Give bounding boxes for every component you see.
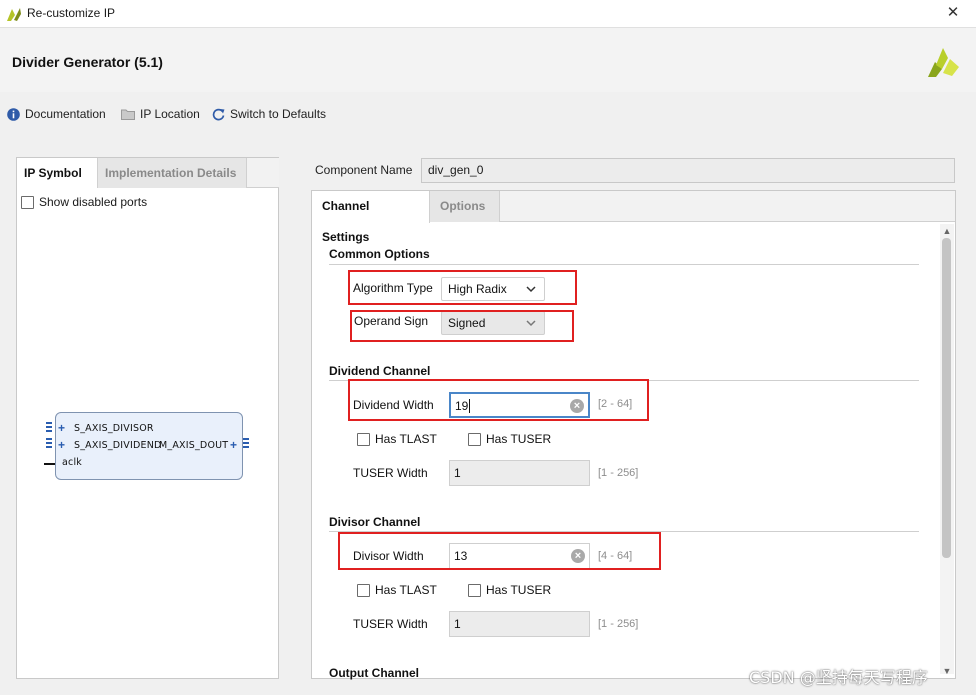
close-button[interactable]: ✕ [940,3,966,23]
expand-port-icon[interactable]: + [58,438,65,452]
highlight-box [348,270,577,305]
port-m-axis-dout: M_AXIS_DOUT [159,440,229,451]
tab-implementation-details[interactable]: Implementation Details [97,158,247,188]
settings-panel: Channel Settings Options Common Options … [311,190,956,680]
tab-options[interactable]: Options [430,191,500,222]
section-divider [329,264,919,265]
expand-port-icon[interactable]: + [58,421,65,435]
highlight-box [350,310,574,342]
divisor-tuser-width-input[interactable]: 1 [449,611,590,637]
dividend-has-tlast-checkbox[interactable] [357,433,370,446]
ip-symbol-panel: IP Symbol Implementation Details Show di… [16,157,279,679]
component-name-field[interactable]: div_gen_0 [421,158,955,183]
divisor-has-tlast-label: Has TLAST [375,583,437,597]
ip-location-button[interactable]: IP Location [121,105,200,123]
component-name-label: Component Name [315,163,413,177]
watermark: CSDN @坚持每天写程序 [749,668,928,687]
switch-defaults-label: Switch to Defaults [230,107,327,121]
xilinx-brand-icon [928,48,959,77]
scroll-down-icon[interactable]: ▼ [940,664,954,678]
documentation-button[interactable]: Documentation [7,105,106,123]
dividend-has-tuser-label: Has TUSER [486,432,552,446]
tab-strip-filler [247,158,279,188]
dividend-tuser-width-range: [1 - 256] [598,467,639,479]
expand-port-icon[interactable]: + [230,438,237,452]
switch-defaults-button[interactable]: Switch to Defaults [212,105,326,123]
port-s-axis-dividend: S_AXIS_DIVIDEND [74,440,162,451]
scroll-up-icon[interactable]: ▲ [940,224,954,238]
divisor-has-tuser-label: Has TUSER [486,583,552,597]
divisor-tuser-width-label: TUSER Width [353,617,428,631]
port-aclk: aclk [62,457,82,468]
divisor-has-tuser-checkbox[interactable] [468,584,481,597]
folder-icon [121,109,135,120]
dividend-channel-title: Dividend Channel [329,364,431,378]
dividend-tuser-width-input[interactable]: 1 [449,460,590,486]
dividend-has-tuser-checkbox[interactable] [468,433,481,446]
bus-port-icon [46,422,52,434]
divisor-has-tlast-checkbox[interactable] [357,584,370,597]
show-disabled-ports-label: Show disabled ports [39,195,148,209]
tab-ip-symbol[interactable]: IP Symbol [17,158,97,188]
scrollbar-thumb[interactable] [942,238,951,558]
highlight-box [338,532,661,570]
ip-symbol-block[interactable]: + S_AXIS_DIVISOR + S_AXIS_DIVIDEND aclk … [55,412,243,480]
xilinx-logo-icon [7,8,21,21]
divisor-channel-title: Divisor Channel [329,515,421,529]
bus-port-icon [243,438,249,450]
title-bar [0,0,976,28]
port-s-axis-divisor: S_AXIS_DIVISOR [74,423,154,434]
dividend-tuser-width-label: TUSER Width [353,466,428,480]
window-title: Re-customize IP [27,6,116,20]
ip-title: Divider Generator (5.1) [12,54,163,70]
info-icon [7,107,20,121]
common-options-title: Common Options [329,247,430,261]
highlight-box [348,379,649,421]
refresh-icon [212,108,225,120]
ip-location-label: IP Location [140,107,200,121]
tab-channel-settings[interactable]: Channel Settings [312,191,430,244]
dividend-has-tlast-label: Has TLAST [375,432,437,446]
output-channel-title: Output Channel [329,666,419,680]
divisor-tuser-width-range: [1 - 256] [598,618,639,630]
documentation-label: Documentation [25,107,106,121]
bus-port-icon [46,438,52,450]
show-disabled-ports-checkbox[interactable] [21,196,34,209]
